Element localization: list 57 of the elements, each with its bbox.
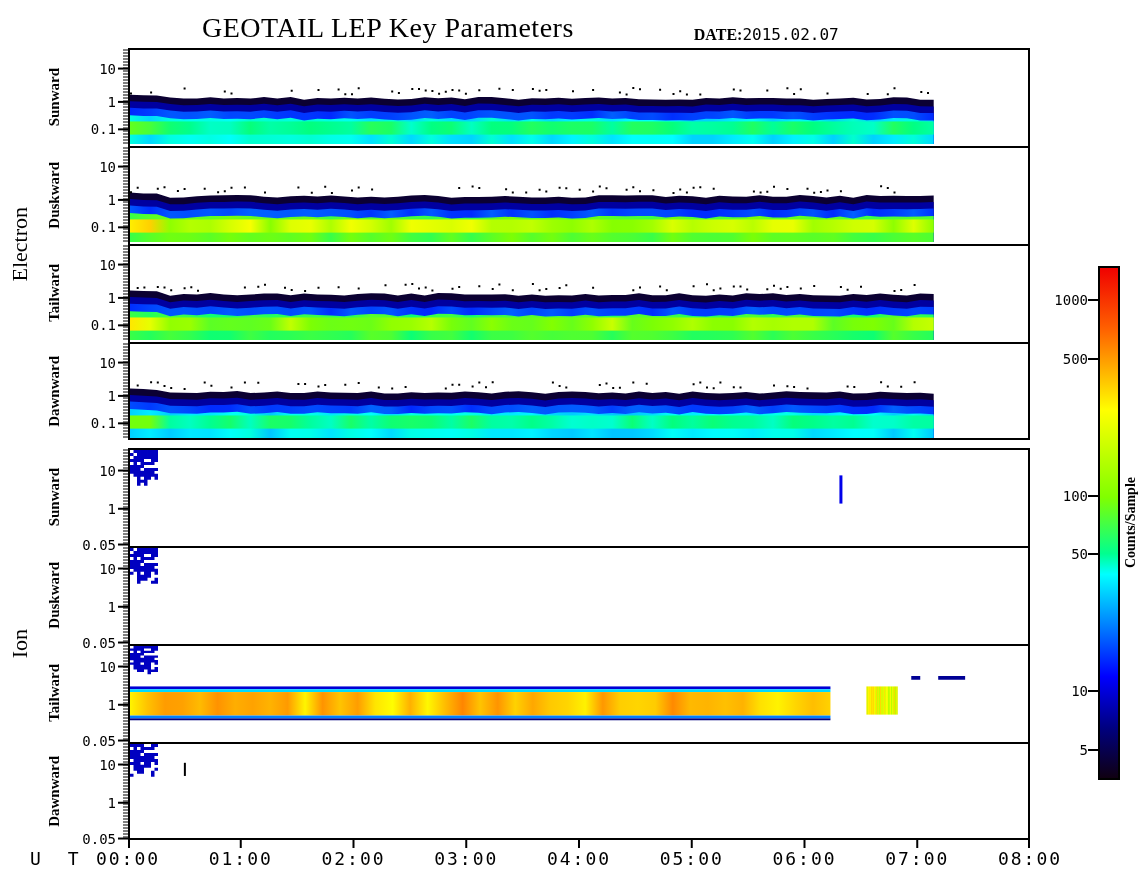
direction-label: Sunward (45, 467, 63, 527)
colorbar-tick-label: 100 (1062, 487, 1088, 504)
plot-title: GEOTAIL LEP Key Parameters (202, 12, 574, 44)
colorbar-title: Counts/Sample (1123, 477, 1139, 569)
direction-label: Duskward (45, 161, 63, 229)
axis-tick-label: 00:00 (95, 848, 161, 869)
axis-tick-label: 1 (107, 794, 116, 811)
axis-tick-label: 04:00 (546, 848, 612, 869)
axis-tick-label: 1 (107, 289, 116, 306)
group-label: Ion (7, 629, 33, 659)
axis-tick-label: 0.1 (90, 121, 116, 138)
ion-burst-drawing (130, 548, 158, 584)
axis-tick-label: 0.05 (82, 732, 116, 749)
colorbar-tick-label: 500 (1062, 351, 1088, 368)
ion-burst-drawing (130, 450, 158, 486)
colorbar-tick-label: 10 (1071, 682, 1088, 699)
direction-label: Duskward (45, 561, 63, 629)
axis-tick-label: 06:00 (772, 848, 837, 869)
ion-burst-drawing (130, 744, 158, 777)
axis-tick-label: 08:00 (997, 848, 1063, 869)
axis-tick-label: 10 (99, 256, 116, 273)
colorbar-tick-label: 50 (1071, 546, 1088, 563)
axis-tick-label: 10 (99, 60, 116, 77)
direction-label: Sunward (45, 67, 63, 127)
axis-label: U T (30, 848, 87, 869)
axis-tick-label: 10 (99, 158, 116, 175)
direction-label: Tailward (45, 664, 63, 722)
axis-tick-label: 05:00 (659, 848, 724, 869)
axis-tick-label: 10 (99, 756, 116, 773)
direction-label: Dawnward (45, 755, 63, 827)
colorbar-tick-label: 5 (1079, 741, 1088, 758)
axis-tick-label: 1 (107, 93, 116, 110)
group-label: Electron (7, 206, 33, 282)
ion-burst-drawing (130, 646, 158, 675)
axis-tick-label: 0.1 (90, 415, 116, 432)
axis-tick-label: 01:00 (208, 848, 273, 869)
axis-tick-label: 1 (107, 696, 116, 713)
axis-tick-label: 0.1 (90, 317, 116, 334)
colorbar-tick-label: 1000 (1054, 292, 1088, 309)
direction-label: Tailward (45, 264, 63, 322)
axis-tick-label: 10 (99, 354, 116, 371)
axis-tick-label: 10 (99, 658, 116, 675)
direction-label: Dawnward (45, 355, 63, 427)
axis-tick-label: 1 (107, 191, 116, 208)
axis-tick-label: 0.05 (82, 830, 116, 847)
axis-tick-label: 1 (107, 500, 116, 517)
date-label: DATE:2015.02.07 (693, 25, 839, 44)
axis-tick-label: 1 (107, 387, 116, 404)
axis-tick-label: 0.05 (82, 536, 116, 553)
axis-tick-label: 0.1 (90, 219, 116, 236)
axis-tick-label: 10 (99, 560, 116, 577)
axis-tick-label: 1 (107, 598, 116, 615)
axis-tick-label: 10 (99, 462, 116, 479)
axis-tick-label: 0.05 (82, 634, 116, 651)
axis-tick-label: 03:00 (434, 848, 499, 869)
axis-tick-label: 07:00 (885, 848, 950, 869)
axis-tick-label: 02:00 (321, 848, 386, 869)
